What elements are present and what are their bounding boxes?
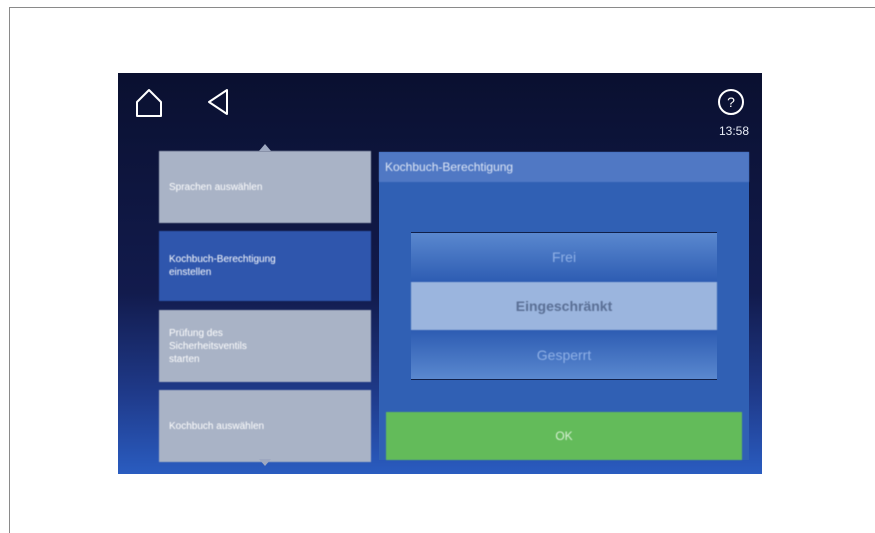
chevron-up-icon[interactable] bbox=[259, 143, 271, 151]
back-icon[interactable] bbox=[206, 88, 230, 116]
help-icon[interactable]: ? bbox=[717, 88, 745, 116]
home-icon[interactable] bbox=[135, 88, 163, 118]
settings-panel: Kochbuch-Berechtigung Frei Eingeschränkt… bbox=[379, 152, 749, 460]
device-screen: ? 13:58 Sprachen auswählen Kochbuch-Bere… bbox=[118, 73, 762, 474]
option-picker[interactable]: Frei Eingeschränkt Gesperrt bbox=[411, 232, 717, 380]
clock: 13:58 bbox=[718, 124, 750, 138]
svg-text:?: ? bbox=[727, 94, 735, 110]
option-eingeschraenkt[interactable]: Eingeschränkt bbox=[411, 282, 717, 330]
menu-item-label: Prüfung des Sicherheitsventils starten bbox=[169, 327, 247, 365]
menu-item-sprachen[interactable]: Sprachen auswählen bbox=[159, 151, 371, 223]
menu-item-label: Sprachen auswählen bbox=[169, 181, 263, 193]
ok-button[interactable]: OK bbox=[386, 412, 742, 460]
option-frei[interactable]: Frei bbox=[411, 233, 717, 281]
option-gesperrt[interactable]: Gesperrt bbox=[411, 331, 717, 379]
menu-item-label: Kochbuch-Berechtigung einstellen bbox=[169, 254, 276, 278]
panel-title: Kochbuch-Berechtigung bbox=[379, 152, 749, 182]
menu-item-kochbuch-auswaehlen[interactable]: Kochbuch auswählen bbox=[159, 390, 371, 462]
menu-item-sicherheitsventil[interactable]: Prüfung des Sicherheitsventils starten bbox=[159, 310, 371, 382]
chevron-down-icon[interactable] bbox=[259, 459, 271, 467]
menu-item-kochbuch-berechtigung[interactable]: Kochbuch-Berechtigung einstellen bbox=[159, 231, 371, 301]
menu-item-label: Kochbuch auswählen bbox=[169, 420, 265, 432]
